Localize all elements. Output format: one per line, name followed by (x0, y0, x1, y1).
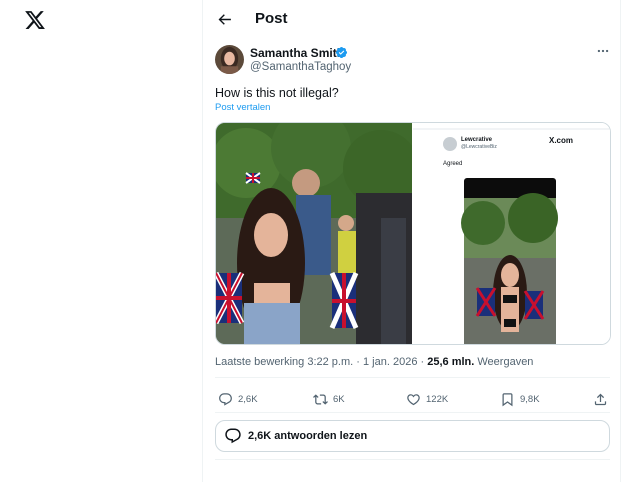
embedded-author-handle: @LewcrativeBiz (461, 144, 497, 150)
divider (215, 377, 610, 378)
post-meta: Laatste bewerking 3:22 p.m. · 1 jan. 202… (215, 356, 533, 368)
share-icon (594, 393, 607, 405)
meta-separator: · (356, 356, 363, 368)
reply-icon (219, 392, 232, 406)
arrow-left-icon[interactable] (213, 8, 235, 30)
edited-label[interactable]: Laatste bewerking (215, 356, 304, 368)
embedded-brand: X.com (549, 136, 574, 145)
bookmark-icon (502, 392, 513, 406)
read-replies-label: 2,6K antwoorden lezen (248, 430, 368, 442)
media-grid: Lewcrative @LewcrativeBiz X.com Agreed (215, 122, 611, 345)
like-count: 122K (426, 393, 449, 405)
author-handle[interactable]: @SamanthaTaghoy (250, 61, 351, 73)
repost-icon (313, 393, 328, 405)
post-time[interactable]: 3:22 p.m. (307, 356, 353, 368)
reply-count: 2,6K (238, 393, 258, 405)
bookmark-count: 9,8K (520, 393, 540, 405)
views-label: Weergaven (477, 356, 534, 368)
views-count: 25,6 mln. (427, 356, 475, 368)
more-horizontal-icon[interactable] (596, 44, 610, 61)
translate-link[interactable]: Post vertalen (215, 102, 270, 113)
embedded-author-name: Lewcrative (461, 137, 493, 143)
bookmark-button[interactable]: 9,8K (500, 390, 540, 408)
embedded-text: Agreed (443, 161, 463, 167)
divider (215, 459, 610, 460)
post-column: Post Samantha Smith @SamanthaTaghoy How … (202, 0, 621, 482)
left-nav (0, 0, 202, 482)
media-screenshot-right[interactable]: Lewcrative @LewcrativeBiz X.com Agreed (413, 123, 610, 344)
author-name[interactable]: Samantha Smith (250, 46, 344, 60)
reply-icon (225, 428, 241, 444)
media-photo-left[interactable] (216, 123, 419, 344)
share-button[interactable] (593, 390, 613, 408)
avatar[interactable] (215, 45, 244, 74)
post-date[interactable]: 1 jan. 2026 (363, 356, 417, 368)
x-logo-icon[interactable] (24, 9, 46, 31)
page-title: Post (255, 10, 288, 27)
like-button[interactable]: 122K (406, 390, 448, 408)
reply-button[interactable]: 2,6K (218, 390, 258, 408)
verified-badge-icon (335, 46, 348, 59)
read-replies-button[interactable]: 2,6K antwoorden lezen (215, 420, 610, 452)
post-header: Post (203, 0, 620, 38)
divider (215, 412, 610, 413)
repost-count: 6K (333, 393, 345, 405)
heart-icon (407, 393, 420, 405)
repost-button[interactable]: 6K (313, 390, 345, 408)
post-text: How is this not illegal? (215, 86, 339, 100)
